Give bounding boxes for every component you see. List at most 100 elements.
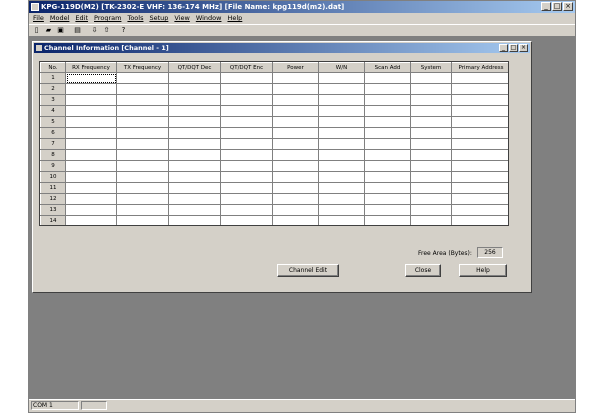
grid-cell[interactable]: [168, 182, 221, 194]
channel-edit-button[interactable]: Channel Edit: [277, 264, 339, 277]
grid-cell[interactable]: [168, 72, 221, 84]
grid-cell[interactable]: [451, 215, 508, 225]
menu-view[interactable]: View: [174, 13, 189, 24]
table-row[interactable]: 6: [40, 127, 508, 139]
grid-cell[interactable]: [451, 138, 508, 150]
grid-cell[interactable]: [364, 160, 411, 172]
grid-cell[interactable]: [116, 171, 169, 183]
grid-cell[interactable]: [410, 127, 452, 139]
table-row[interactable]: 1: [40, 72, 508, 84]
grid-cell[interactable]: [451, 149, 508, 161]
grid-cell[interactable]: [451, 160, 508, 172]
grid-cell[interactable]: [220, 204, 273, 216]
grid-cell[interactable]: [168, 83, 221, 95]
grid-cell[interactable]: [168, 105, 221, 117]
grid-cell[interactable]: [410, 116, 452, 128]
grid-cell[interactable]: [65, 72, 117, 84]
channel-grid[interactable]: No. RX Frequency TX Frequency QT/DQT Dec…: [39, 61, 509, 226]
grid-cell[interactable]: [65, 116, 117, 128]
grid-cell[interactable]: [220, 160, 273, 172]
grid-cell[interactable]: [116, 94, 169, 106]
menu-file[interactable]: File: [33, 13, 44, 24]
grid-cell[interactable]: [410, 193, 452, 205]
grid-cell[interactable]: [168, 149, 221, 161]
grid-cell[interactable]: [116, 127, 169, 139]
table-row[interactable]: 10: [40, 171, 508, 183]
grid-cell[interactable]: [168, 215, 221, 225]
table-row[interactable]: 13: [40, 204, 508, 216]
col-header-scan-add[interactable]: Scan Add: [364, 62, 411, 73]
child-maximize-button[interactable]: □: [509, 44, 518, 52]
grid-cell[interactable]: [65, 215, 117, 225]
grid-cell[interactable]: [318, 215, 365, 225]
grid-cell[interactable]: [220, 127, 273, 139]
grid-cell[interactable]: [116, 204, 169, 216]
grid-cell[interactable]: [116, 149, 169, 161]
table-row[interactable]: 7: [40, 138, 508, 150]
maximize-button[interactable]: □: [552, 2, 562, 11]
grid-cell[interactable]: [410, 182, 452, 194]
grid-cell[interactable]: [272, 160, 319, 172]
grid-cell[interactable]: [220, 193, 273, 205]
grid-cell[interactable]: [451, 171, 508, 183]
grid-cell[interactable]: [410, 94, 452, 106]
grid-cell[interactable]: [318, 94, 365, 106]
col-header-rx-frequency[interactable]: RX Frequency: [65, 62, 117, 73]
grid-cell[interactable]: [318, 127, 365, 139]
grid-cell[interactable]: [272, 171, 319, 183]
grid-cell[interactable]: [220, 72, 273, 84]
grid-cell[interactable]: [220, 182, 273, 194]
menu-model[interactable]: Model: [50, 13, 70, 24]
grid-cell[interactable]: [272, 94, 319, 106]
grid-cell[interactable]: [410, 105, 452, 117]
grid-cell[interactable]: [318, 83, 365, 95]
menu-setup[interactable]: Setup: [149, 13, 168, 24]
grid-cell[interactable]: [272, 204, 319, 216]
col-header-power[interactable]: Power: [272, 62, 319, 73]
grid-cell[interactable]: [272, 215, 319, 225]
grid-cell[interactable]: [364, 193, 411, 205]
grid-cell[interactable]: [116, 105, 169, 117]
grid-cell[interactable]: [116, 83, 169, 95]
grid-cell[interactable]: [410, 215, 452, 225]
menu-program[interactable]: Program: [94, 13, 121, 24]
grid-cell[interactable]: [410, 138, 452, 150]
grid-cell[interactable]: [272, 72, 319, 84]
grid-cell[interactable]: [220, 171, 273, 183]
col-header-qt-dqt-dec[interactable]: QT/DQT Dec: [168, 62, 221, 73]
grid-cell[interactable]: [65, 127, 117, 139]
grid-cell[interactable]: [364, 83, 411, 95]
grid-cell[interactable]: [220, 116, 273, 128]
grid-cell[interactable]: [318, 171, 365, 183]
col-header-primary-address[interactable]: Primary Address: [451, 62, 508, 73]
grid-cell[interactable]: [318, 193, 365, 205]
grid-cell[interactable]: [65, 94, 117, 106]
grid-cell[interactable]: [318, 160, 365, 172]
help-question-icon[interactable]: ?: [119, 26, 128, 35]
grid-cell[interactable]: [272, 182, 319, 194]
grid-cell[interactable]: [451, 116, 508, 128]
grid-cell[interactable]: [364, 171, 411, 183]
grid-cell[interactable]: [364, 127, 411, 139]
grid-cell[interactable]: [65, 160, 117, 172]
col-header-tx-frequency[interactable]: TX Frequency: [116, 62, 169, 73]
grid-cell[interactable]: [364, 105, 411, 117]
grid-cell[interactable]: [451, 204, 508, 216]
grid-cell[interactable]: [168, 160, 221, 172]
grid-cell[interactable]: [451, 105, 508, 117]
grid-cell[interactable]: [318, 72, 365, 84]
grid-cell[interactable]: [318, 149, 365, 161]
grid-cell[interactable]: [168, 94, 221, 106]
grid-cell[interactable]: [272, 149, 319, 161]
grid-cell[interactable]: [318, 204, 365, 216]
table-row[interactable]: 5: [40, 116, 508, 128]
grid-cell[interactable]: [168, 138, 221, 150]
grid-cell[interactable]: [168, 116, 221, 128]
col-header-no[interactable]: No.: [40, 62, 66, 73]
grid-cell[interactable]: [364, 182, 411, 194]
grid-cell[interactable]: [451, 182, 508, 194]
table-row[interactable]: 12: [40, 193, 508, 205]
grid-cell[interactable]: [116, 215, 169, 225]
table-row[interactable]: 11: [40, 182, 508, 194]
grid-cell[interactable]: [410, 149, 452, 161]
